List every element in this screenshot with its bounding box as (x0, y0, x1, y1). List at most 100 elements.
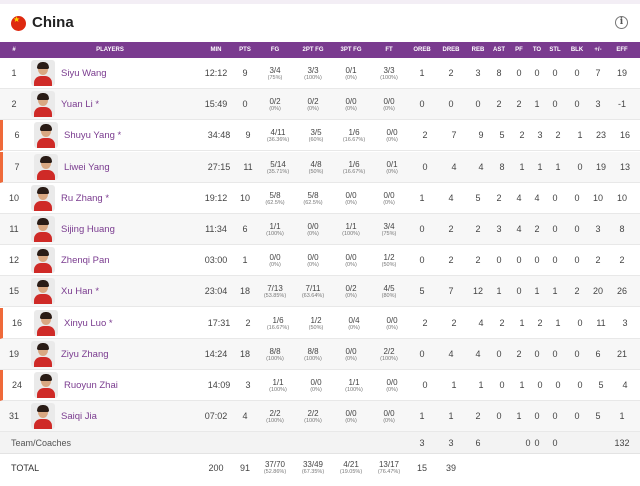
player-name-link[interactable]: Liwei Yang (64, 152, 110, 183)
team-coaches-row: Team/Coaches 3 3 6 0 0 0 132 (0, 432, 640, 454)
blocks: 0 (577, 318, 583, 328)
player-name-link[interactable]: Shuyu Yang * (64, 120, 121, 151)
field-goals: 5/8 (62.5%) (265, 191, 285, 206)
minutes: 14:09 (207, 380, 231, 390)
minutes: 19:12 (204, 193, 228, 203)
rebounds: 12 (472, 286, 483, 296)
player-name-link[interactable]: Zhenqi Pan (61, 245, 110, 276)
defensive-rebounds: 1 (448, 411, 454, 421)
player-avatar[interactable] (34, 372, 58, 398)
player-avatar[interactable] (31, 185, 55, 211)
player-row[interactable]: 12 Zhenqi Pan 03:00 1 0/0 (0%) 0/0 (0%) 0/0 (0%) 1… (0, 245, 640, 276)
steals: 0 (552, 411, 558, 421)
jersey-number: 24 (11, 380, 22, 390)
player-name-link[interactable]: Yuan Li * (61, 89, 99, 120)
field-goals: 5/14 (35.71%) (266, 160, 290, 175)
blocks: 0 (574, 255, 580, 265)
player-name-link[interactable]: Ziyu Zhang (61, 339, 109, 370)
turnovers: 2 (537, 318, 543, 328)
player-row[interactable]: 15 Xu Han * 23:04 18 7/13 (53.85%) 7/11 (63.64%… (0, 276, 640, 307)
total-pts: 91 (239, 463, 250, 473)
offensive-rebounds: 2 (422, 318, 428, 328)
player-name-link[interactable]: Sijing Huang (61, 214, 115, 245)
three-point-fg: 0/0 (0%) (345, 191, 357, 206)
player-row[interactable]: 2 Yuan Li * 15:49 0 0/2 (0%) 0/2 (0%) 0/0 (0%) 0/0… (0, 89, 640, 120)
player-avatar[interactable] (31, 60, 55, 86)
player-row[interactable]: 10 Ru Zhang * 19:12 10 5/8 (62.5%) 5/8 (62.5%) 0… (0, 183, 640, 214)
steals: 0 (552, 193, 558, 203)
player-name-link[interactable]: Xinyu Luo * (64, 308, 113, 339)
steals: 0 (552, 255, 558, 265)
player-avatar[interactable] (31, 247, 55, 273)
jersey-number: 10 (8, 193, 19, 203)
col-header-2pt-fg: 2PT FG (302, 47, 324, 53)
field-goals: 8/8 (100%) (266, 347, 284, 362)
offensive-rebounds: 0 (419, 224, 425, 234)
player-row[interactable]: 11 Sijing Huang 11:34 6 1/1 (100%) 0/0 (0%) 1/1(… (0, 214, 640, 245)
steals: 1 (555, 318, 561, 328)
player-avatar[interactable] (31, 403, 55, 429)
three-point-fg: 0/1 (0%) (345, 66, 357, 81)
player-row[interactable]: 24 Ruoyun Zhai 14:09 3 1/1 (100%) 0/0 (0%) 1/1 (1… (0, 370, 640, 401)
personal-fouls: 0 (516, 68, 522, 78)
player-row[interactable]: 7 Liwei Yang 27:15 11 5/14 (35.71%) 4/8 (50%) 1/… (0, 152, 640, 183)
personal-fouls: 1 (519, 380, 525, 390)
minutes: 11:34 (205, 224, 227, 234)
coaches-eff: 132 (614, 438, 630, 448)
three-point-fg: 1/1 (100%) (345, 378, 363, 393)
two-point-fg: 0/2 (0%) (307, 97, 319, 112)
player-name-link[interactable]: Siyu Wang (61, 58, 107, 89)
defensive-rebounds: 0 (448, 99, 454, 109)
player-avatar[interactable] (34, 310, 58, 336)
steals: 2 (555, 130, 561, 140)
col-header-ft: FT (385, 47, 393, 53)
field-goals: 0/2 (0%) (269, 97, 281, 112)
turnovers: 2 (534, 224, 540, 234)
player-avatar[interactable] (31, 91, 55, 117)
player-row[interactable]: 19 Ziyu Zhang 14:24 18 8/8 (100%) 8/8 (100%) 0/0… (0, 339, 640, 370)
player-row[interactable]: 6 Shuyu Yang * 34:48 9 4/11 (36.36%) 3/5 (60%) 1… (0, 120, 640, 151)
efficiency: -1 (617, 99, 626, 109)
jersey-number: 1 (11, 68, 17, 78)
player-row[interactable]: 31 Saiqi Jia 07:02 4 2/2 (100%) 2/2 (100%) 0/0 (0… (0, 401, 640, 432)
player-avatar[interactable] (31, 278, 55, 304)
personal-fouls: 2 (516, 349, 522, 359)
field-goals: 2/2 (100%) (266, 409, 284, 424)
plus-minus: 3 (595, 99, 601, 109)
blocks: 0 (577, 162, 583, 172)
player-avatar[interactable] (31, 216, 55, 242)
jersey-number: 31 (8, 411, 19, 421)
player-name-link[interactable]: Ru Zhang * (61, 183, 109, 214)
player-name-link[interactable]: Xu Han * (61, 276, 99, 307)
turnovers: 1 (537, 162, 543, 172)
two-point-fg: 4/8 (50%) (308, 160, 324, 175)
plus-minus: 7 (595, 68, 601, 78)
player-avatar[interactable] (34, 122, 58, 148)
blocks: 0 (577, 380, 583, 390)
info-icon[interactable]: i (615, 16, 628, 29)
free-throws: 0/0 (0%) (383, 191, 395, 206)
efficiency: 10 (616, 193, 627, 203)
efficiency: 1 (619, 411, 625, 421)
defensive-rebounds: 2 (448, 255, 454, 265)
two-point-fg: 2/2 (100%) (304, 409, 322, 424)
player-row[interactable]: 16 Xinyu Luo * 17:31 2 1/6 (16.67%) 1/2 (50%) 0/… (0, 308, 640, 339)
col-header-stl: STL (549, 47, 561, 53)
three-point-fg: 0/0 (0%) (345, 409, 357, 424)
player-name-link[interactable]: Saiqi Jia (61, 401, 97, 432)
free-throws: 0/0 (0%) (383, 97, 395, 112)
player-row[interactable]: 1 Siyu Wang 12:12 9 3/4 (75%) 3/3 (100%) 0/1 (0%)… (0, 58, 640, 89)
defensive-rebounds: 4 (451, 162, 457, 172)
player-avatar[interactable] (34, 154, 58, 180)
turnovers: 0 (534, 68, 540, 78)
efficiency: 19 (616, 68, 627, 78)
personal-fouls: 0 (516, 255, 522, 265)
player-avatar[interactable] (31, 341, 55, 367)
player-name-link[interactable]: Ruoyun Zhai (64, 370, 118, 401)
rebounds: 9 (478, 130, 484, 140)
steals: 0 (552, 68, 558, 78)
plus-minus: 10 (592, 193, 603, 203)
team-header: ★ China i (0, 4, 640, 42)
coaches-dreb: 3 (448, 438, 454, 448)
blocks: 0 (574, 99, 580, 109)
